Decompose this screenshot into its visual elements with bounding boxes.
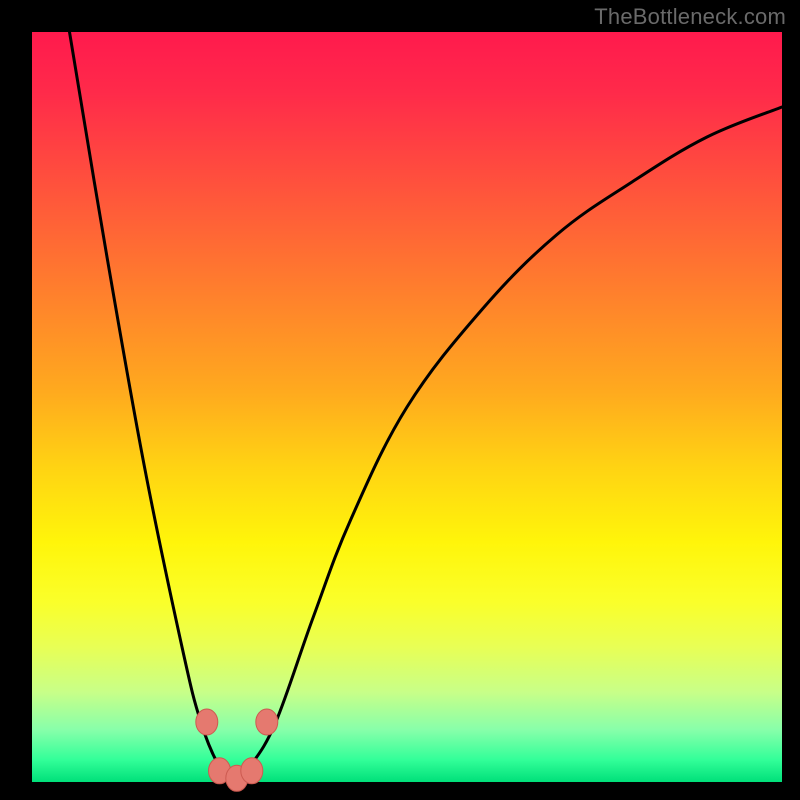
watermark-text: TheBottleneck.com [594, 4, 786, 30]
curve-markers [196, 709, 278, 791]
curve-path [70, 32, 783, 782]
curve-marker [256, 709, 278, 735]
curve-marker [241, 758, 263, 784]
bottleneck-curve [32, 32, 782, 782]
curve-marker [196, 709, 218, 735]
chart-frame [32, 32, 782, 782]
